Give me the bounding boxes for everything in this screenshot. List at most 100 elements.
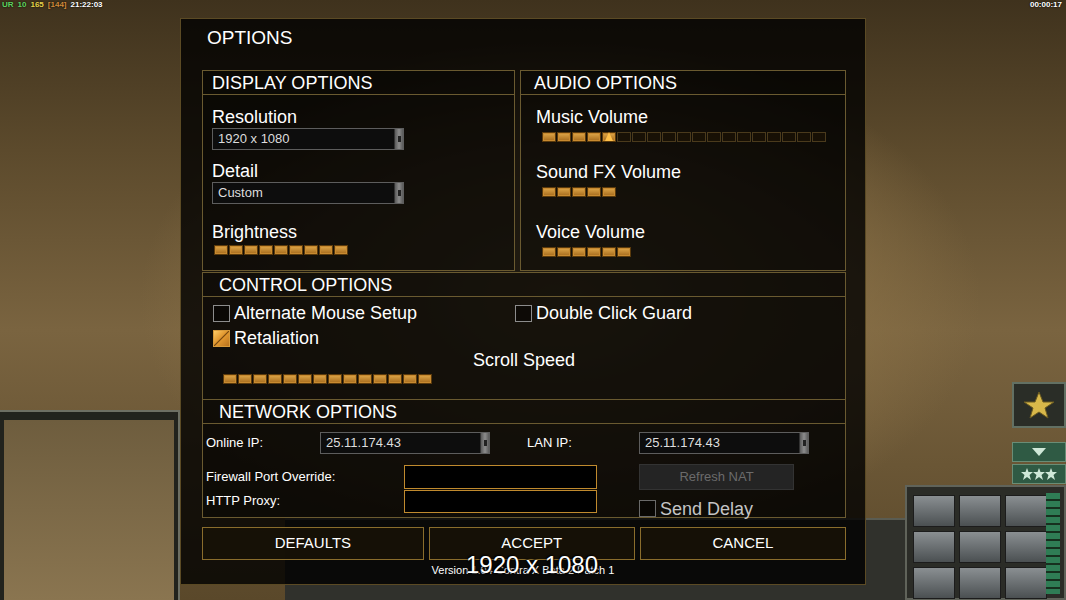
slider-segment — [268, 374, 282, 384]
slider-fill — [214, 245, 348, 255]
dropdown-arrow-icon[interactable] — [799, 433, 808, 453]
network-row: Firewall Port Override: Refresh NAT — [206, 464, 845, 490]
unit-thumbnail[interactable] — [1005, 495, 1047, 527]
slider-segment — [274, 245, 288, 255]
http-proxy-input[interactable] — [404, 490, 597, 513]
checkbox-label: Retaliation — [234, 329, 319, 347]
slider-segment — [632, 132, 646, 142]
slider-segment — [542, 132, 556, 142]
slider-segment — [692, 132, 706, 142]
network-options: NETWORK OPTIONSOnline IP:25.11.174.43LAN… — [202, 399, 846, 518]
slider-segment — [223, 374, 237, 384]
display-options: DISPLAY OPTIONSResolution1920 x 1080Deta… — [202, 70, 515, 271]
http-proxy-label: HTTP Proxy: — [206, 493, 404, 509]
dropdown[interactable]: 1920 x 1080 — [212, 128, 404, 150]
slider[interactable] — [223, 373, 835, 385]
checkbox[interactable] — [639, 500, 656, 517]
setting-label: Resolution — [212, 106, 504, 128]
dropdown-arrow-icon[interactable] — [394, 129, 403, 149]
slider-segment — [388, 374, 402, 384]
slider-fill — [542, 247, 631, 257]
unit-thumbnail[interactable] — [913, 531, 955, 563]
slider-thumb-icon[interactable] — [605, 132, 613, 141]
slider-fill — [223, 374, 432, 384]
checkbox[interactable] — [515, 305, 532, 322]
slider-segment — [767, 132, 781, 142]
dropdown-value: 1920 x 1080 — [218, 129, 394, 149]
slider[interactable] — [214, 244, 504, 256]
display-options-body: Resolution1920 x 1080 DetailCustom Brightn… — [203, 95, 514, 256]
network-row: HTTP Proxy: Send Delay — [206, 490, 845, 518]
slider-fill — [542, 187, 616, 197]
audio-options: AUDIO OPTIONSMusic VolumeSound FX Volume… — [520, 70, 846, 271]
unit-thumbnail[interactable] — [913, 495, 955, 527]
unit-thumbnail[interactable] — [1005, 531, 1047, 563]
dialog-title: OPTIONS — [181, 19, 865, 70]
unit-thumbnail[interactable] — [913, 567, 955, 599]
slider-segment — [557, 132, 571, 142]
slider-segment — [334, 245, 348, 255]
slider[interactable] — [542, 246, 835, 258]
setting-label: Brightness — [212, 221, 504, 243]
slider-segment — [677, 132, 691, 142]
dropdown-arrow-icon[interactable] — [480, 433, 489, 453]
unit-thumbnail[interactable] — [959, 531, 1001, 563]
dropdown-value: 25.11.174.43 — [326, 433, 480, 453]
dropdown-value: 25.11.174.43 — [645, 433, 799, 453]
dropdown-arrow-icon[interactable] — [394, 183, 403, 203]
minimap[interactable] — [4, 420, 174, 600]
slider-segment — [319, 245, 333, 255]
slider-segment — [244, 245, 258, 255]
slider-segment — [253, 374, 267, 384]
slider-segment — [602, 247, 616, 257]
slider-segment — [572, 132, 586, 142]
firewall-port-input[interactable] — [404, 465, 597, 489]
firewall-port-label: Firewall Port Override: — [206, 469, 404, 485]
slider-segment — [343, 374, 357, 384]
dropdown[interactable]: 25.11.174.43 — [639, 432, 809, 454]
hud-stat: 21:22:03 — [71, 0, 103, 9]
slider-segment — [587, 132, 601, 142]
dropdown[interactable]: 25.11.174.43 — [320, 432, 490, 454]
checkbox-row[interactable]: Retaliation — [213, 329, 515, 347]
options-dialog: OPTIONSDISPLAY OPTIONSResolution1920 x 1… — [180, 18, 866, 585]
general-button[interactable] — [1012, 382, 1066, 428]
slider-segment — [587, 247, 601, 257]
cancel-button[interactable]: CANCEL — [640, 527, 846, 560]
checkbox-row[interactable]: Send Delay — [639, 500, 753, 518]
setting-label: Detail — [212, 160, 504, 182]
slider-segment — [797, 132, 811, 142]
unit-thumbnail[interactable] — [959, 495, 1001, 527]
section-heading: CONTROL OPTIONS — [203, 273, 845, 297]
setting-label: Voice Volume — [536, 221, 835, 243]
slider-segment — [214, 245, 228, 255]
options-toggle-button[interactable] — [1012, 442, 1066, 462]
online-ip-label: Online IP: — [206, 435, 320, 451]
unit-selection-panel — [905, 485, 1066, 600]
hud-stat: UR — [2, 0, 14, 9]
hud-stat: [144] — [48, 0, 67, 9]
unit-thumbnail[interactable] — [1005, 567, 1047, 599]
dropdown[interactable]: Custom — [212, 182, 404, 204]
slider-segment — [238, 374, 252, 384]
unit-health-bar — [1046, 493, 1060, 594]
unit-thumbnail[interactable] — [959, 567, 1001, 599]
checkbox[interactable] — [213, 330, 230, 347]
checkbox-grid: Alternate Mouse Setup Double Click Guard R… — [213, 304, 835, 347]
checkbox[interactable] — [213, 305, 230, 322]
slider[interactable] — [542, 186, 835, 198]
rank-button[interactable] — [1012, 464, 1066, 484]
slider-segment — [403, 374, 417, 384]
slider-segment — [557, 247, 571, 257]
defaults-button[interactable]: DEFAULTS — [202, 527, 424, 560]
slider-segment — [572, 247, 586, 257]
game-timer: 00:00:17 — [1030, 0, 1062, 10]
dialog-footer: Version 1.04 Contra X Beta 2 Patch 11920… — [181, 551, 865, 583]
checkbox-row[interactable]: Alternate Mouse Setup — [213, 304, 515, 322]
slider[interactable] — [542, 131, 835, 143]
refresh-nat-button[interactable]: Refresh NAT — [639, 464, 794, 490]
slider-segment — [647, 132, 661, 142]
checkbox-label: Alternate Mouse Setup — [234, 304, 417, 322]
control-options: CONTROL OPTIONS Alternate Mouse Setup Doub… — [202, 272, 846, 400]
checkbox-row[interactable]: Double Click Guard — [515, 304, 835, 322]
